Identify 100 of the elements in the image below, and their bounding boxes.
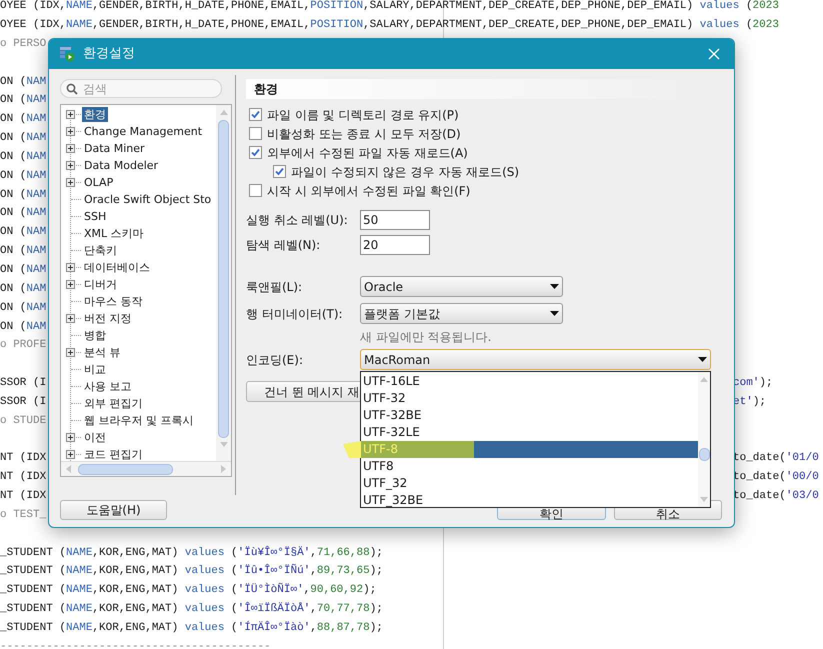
code-line: ON (NAM bbox=[0, 226, 46, 238]
tree-item[interactable]: OLAP bbox=[82, 175, 116, 190]
expand-icon[interactable] bbox=[66, 314, 75, 323]
scrollbar-thumb[interactable] bbox=[698, 448, 710, 461]
tree-item[interactable]: Data Modeler bbox=[82, 158, 160, 173]
tree-item[interactable]: 디버거 bbox=[82, 277, 119, 292]
tree-item[interactable]: 사용 보고 bbox=[82, 379, 134, 394]
code-line: NT (IDX bbox=[0, 490, 46, 502]
expand-icon[interactable] bbox=[66, 280, 75, 289]
expand-icon[interactable] bbox=[66, 110, 75, 119]
expand-icon[interactable] bbox=[66, 348, 75, 357]
expand-icon[interactable] bbox=[66, 144, 75, 153]
code-line: ON (NAM bbox=[0, 207, 46, 220]
help-button[interactable]: 도움말(H) bbox=[60, 500, 167, 520]
tree-item[interactable]: 환경 bbox=[82, 107, 108, 122]
code-line: ON (NAM bbox=[0, 94, 46, 106]
checkbox[interactable] bbox=[249, 146, 262, 159]
code-line: SSOR (I bbox=[0, 377, 46, 390]
highlighter-tip-icon bbox=[343, 441, 361, 458]
code-line: ON (NAM bbox=[0, 245, 46, 258]
code-line: OYEE (IDX,NAME,GENDER,BIRTH,H_DATE,PHONE,EMAIL,POSITION,SALARY,DEPARTMENT,DEP_CREATE,DEP_PHONE,DEP_EMAIL) values (2023 bbox=[0, 0, 779, 12]
dropdown-option[interactable]: UTF8 bbox=[361, 458, 698, 475]
tree-item[interactable]: 코드 편집기 bbox=[82, 447, 144, 462]
code-line: ON (NAM bbox=[0, 320, 46, 333]
checkbox-label: 비활성화 또는 종료 시 모두 저장(D) bbox=[267, 126, 461, 142]
tree-item[interactable]: 버전 지정 bbox=[82, 311, 134, 326]
select-label: 행 터미네이터(T): bbox=[246, 306, 344, 322]
search-icon bbox=[66, 83, 78, 95]
code-line: _STUDENT (NAME,KOR,ENG,MAT) values ('ÍπÄÎ∞°Ïàò',88,87,78); bbox=[0, 622, 383, 634]
expand-icon[interactable] bbox=[66, 433, 75, 442]
dropdown[interactable]: 플랫폼 기본값 bbox=[360, 303, 563, 324]
code-line: ON (NAM bbox=[0, 188, 46, 201]
field-label: 실행 취소 레벨(U): bbox=[246, 212, 349, 229]
tree-item[interactable]: 이전 bbox=[82, 430, 108, 445]
code-line: ON (NAM bbox=[0, 113, 46, 126]
checkbox-label: 외부에서 수정된 파일 자동 재로드(A) bbox=[267, 144, 468, 162]
checkbox-label: 시작 시 외부에서 수정된 파일 확인(F) bbox=[267, 182, 470, 200]
dropdown-option[interactable]: UTF_32 bbox=[361, 475, 698, 492]
caret-icon bbox=[550, 311, 559, 316]
input-field[interactable]: 50 bbox=[360, 210, 430, 230]
expand-icon[interactable] bbox=[66, 161, 75, 170]
tree-item[interactable]: Oracle Swift Object Sto bbox=[82, 192, 214, 207]
expand-icon[interactable] bbox=[66, 127, 75, 136]
app-icon bbox=[59, 46, 75, 62]
code-line: _STUDENT (NAME,KOR,ENG,MAT) values ('Ïù¥Î∞°Ï§Ä',71,66,88); bbox=[0, 546, 383, 559]
caret-icon bbox=[550, 284, 559, 289]
code-line: o PROFE bbox=[0, 339, 46, 352]
select-label: 룩앤필(L): bbox=[246, 278, 304, 296]
code-line: o PERSO bbox=[0, 38, 46, 50]
tree-item[interactable]: 비교 bbox=[82, 362, 108, 377]
close-icon bbox=[708, 48, 720, 60]
tree-item[interactable]: 외부 편집기 bbox=[82, 396, 144, 411]
code-line: to_date('03/0 bbox=[733, 490, 819, 502]
code-line: o STUDE bbox=[0, 414, 46, 427]
checkbox[interactable] bbox=[249, 127, 262, 140]
search-field[interactable]: 검색 bbox=[60, 79, 222, 98]
hint-text: 새 파일에만 적용됩니다. bbox=[360, 330, 492, 344]
select-label: 인코딩(E): bbox=[246, 352, 304, 368]
expand-icon[interactable] bbox=[66, 450, 75, 459]
tree-item[interactable]: 병합 bbox=[82, 328, 108, 343]
dropdown[interactable]: Oracle bbox=[360, 276, 563, 297]
code-line: ON (NAM bbox=[0, 150, 46, 163]
tree-item[interactable]: 웹 브라우저 및 프록시 bbox=[82, 413, 196, 428]
dropdown-option[interactable]: UTF-32LE bbox=[361, 424, 698, 441]
dropdown-option[interactable]: UTF-32BE bbox=[361, 407, 698, 424]
code-line: OYEE (IDX,NAME,GENDER,BIRTH,H_DATE,PHONE,EMAIL,POSITION,SALARY,DEPARTMENT,DEP_CREATE,DEP_PHONE,DEP_EMAIL) values (2023 bbox=[0, 19, 779, 32]
code-line: _STUDENT (NAME,KOR,ENG,MAT) values ('Î∞ïÏßÄÏòÅ',70,77,78); bbox=[0, 603, 383, 616]
code-line: ON (NAM bbox=[0, 132, 46, 144]
tree-item[interactable]: 분석 뷰 bbox=[82, 345, 122, 360]
code-line: o TEST_ bbox=[0, 508, 46, 521]
code-line: ON (NAM bbox=[0, 170, 46, 182]
code-line: ON (NAM bbox=[0, 264, 46, 276]
tree-item[interactable]: 마우스 동작 bbox=[82, 294, 144, 309]
code-line: _STUDENT (NAME,KOR,ENG,MAT) values ('ÏÜ°ÌòÑÏ∞',90,60,92); bbox=[0, 584, 376, 596]
code-line: ON (NAM bbox=[0, 76, 46, 88]
code-line: to_date('00/0 bbox=[733, 471, 819, 484]
code-line: ----------------------------------------- bbox=[0, 640, 271, 649]
list-scrollbar[interactable] bbox=[698, 372, 710, 507]
tree-item[interactable]: 단축키 bbox=[82, 243, 119, 258]
expand-icon[interactable] bbox=[66, 178, 75, 187]
tree-item[interactable]: XML 스키마 bbox=[82, 226, 146, 241]
code-line: NT (IDX bbox=[0, 452, 46, 464]
expand-icon[interactable] bbox=[66, 263, 75, 272]
code-line: SSOR (I bbox=[0, 396, 46, 408]
checkbox[interactable] bbox=[249, 184, 262, 197]
checkbox[interactable] bbox=[273, 165, 286, 178]
checkbox-label: 파일이 수정되지 않은 경우 자동 재로드(S) bbox=[291, 164, 520, 180]
field-label: 탐색 레벨(N): bbox=[246, 237, 322, 254]
tree-item[interactable]: Data Miner bbox=[82, 141, 147, 156]
tree-item[interactable]: SSH bbox=[82, 209, 108, 224]
code-line: _STUDENT (NAME,KOR,ENG,MAT) values ('Ïû•Î∞°ÏÑú',89,73,65); bbox=[0, 565, 383, 578]
tree-item[interactable]: Change Management bbox=[82, 124, 204, 139]
code-line: ON (NAM bbox=[0, 302, 46, 314]
dropdown[interactable]: MacRoman bbox=[360, 349, 711, 370]
checkbox[interactable] bbox=[249, 108, 262, 121]
tree-item[interactable]: 데이터베이스 bbox=[82, 260, 152, 275]
code-line: NT (IDX bbox=[0, 471, 46, 484]
input-field[interactable]: 20 bbox=[360, 235, 430, 255]
window-title: 환경설정 bbox=[83, 45, 135, 64]
caret-icon bbox=[698, 357, 707, 362]
